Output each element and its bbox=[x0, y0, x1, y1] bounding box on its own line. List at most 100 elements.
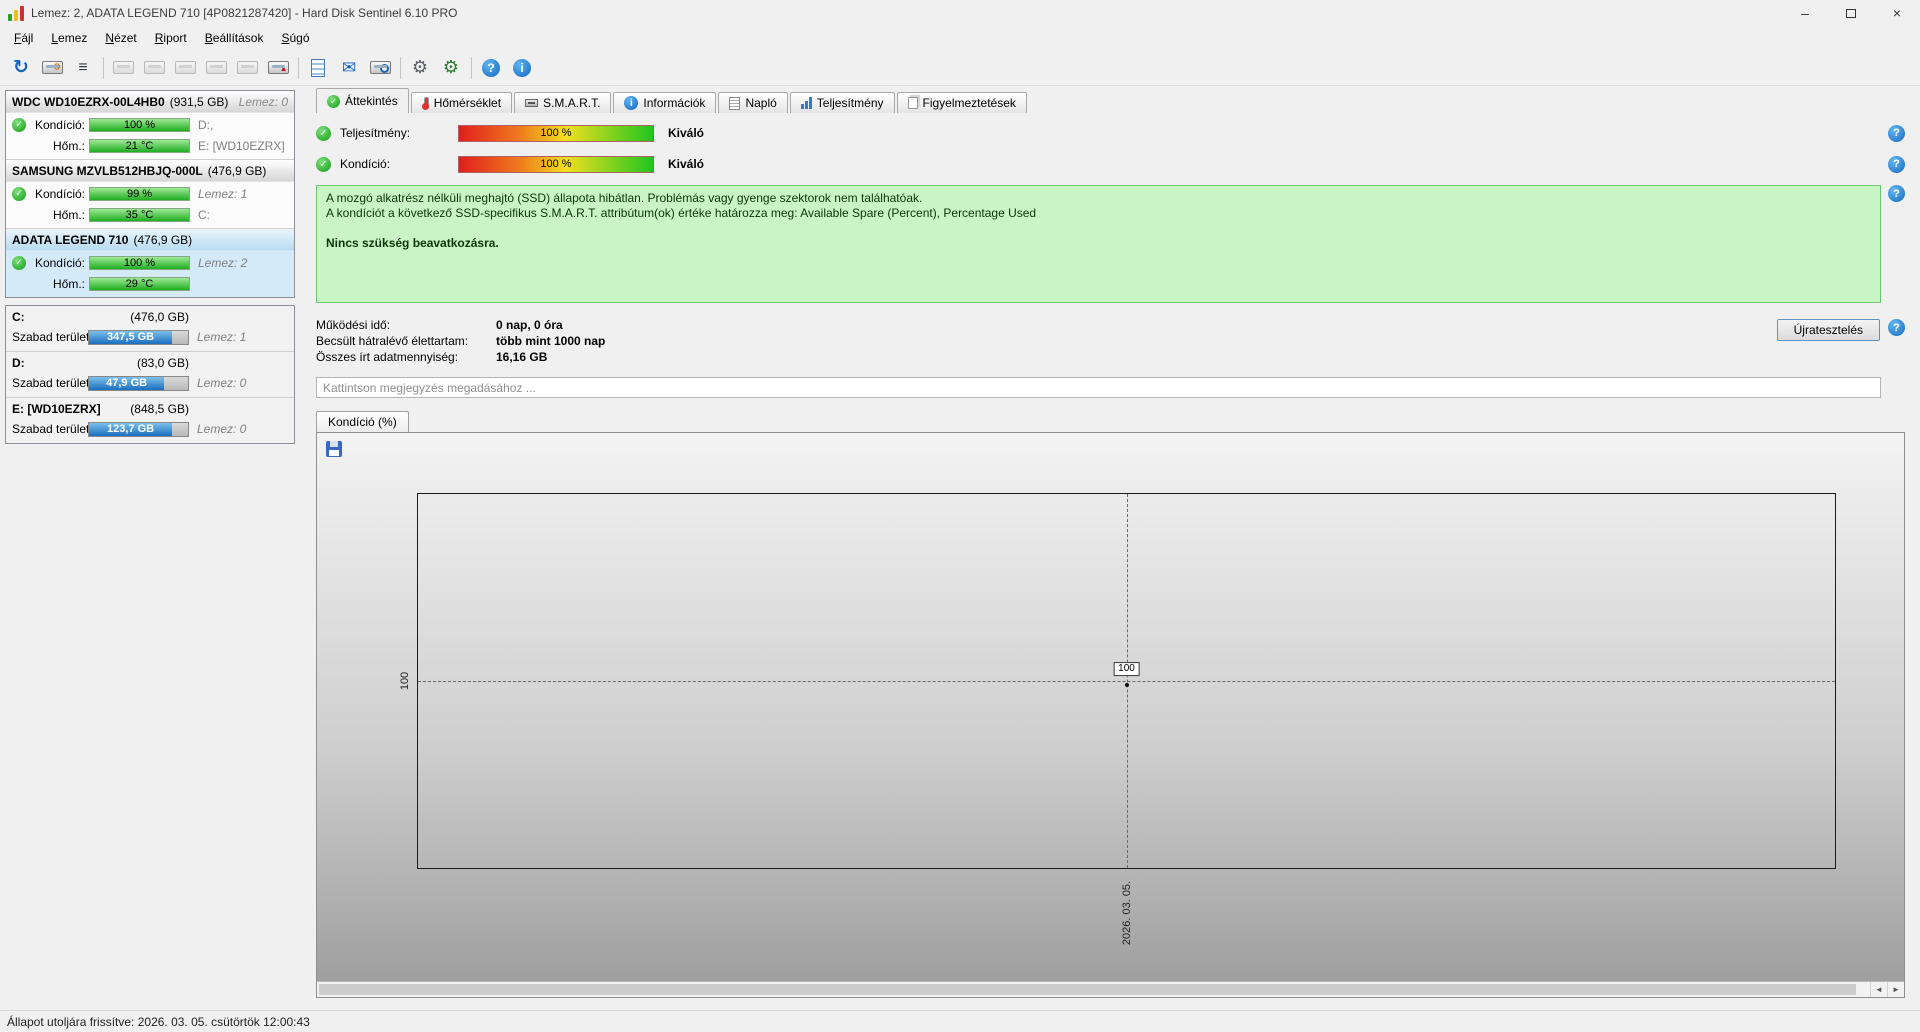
tab-teljesitmeny[interactable]: Teljesítmény bbox=[789, 92, 895, 113]
performance-row: Teljesítmény: 100 % Kiváló bbox=[316, 123, 1905, 143]
disk-copy-button[interactable] bbox=[170, 54, 200, 82]
smart-disk-icon bbox=[525, 99, 539, 107]
device-list-button[interactable]: ≡ bbox=[68, 54, 98, 82]
menu-beallitasok[interactable]: Beállítások bbox=[196, 28, 273, 48]
free-space-fill: 123,7 GB bbox=[89, 422, 173, 436]
tab-attekintes[interactable]: Áttekintés bbox=[316, 88, 409, 113]
disk-partitions-label: E: [WD10EZRX] bbox=[198, 138, 285, 153]
free-space-bar: 347,5 GB bbox=[88, 329, 189, 345]
disk-export-icon bbox=[205, 61, 227, 74]
stat-power-on-time: Működési idő: 0 nap, 0 óra bbox=[316, 317, 605, 333]
stat-value: több mint 1000 nap bbox=[496, 334, 606, 348]
disk-item-adata[interactable]: ADATA LEGEND 710 (476,9 GB) Kondíció: 10… bbox=[6, 229, 294, 297]
chart-tab-kondicio[interactable]: Kondíció (%) bbox=[316, 411, 409, 432]
condition-rating: Kiváló bbox=[668, 157, 705, 171]
tab-figyelmeztetesek[interactable]: Figyelmeztetések bbox=[896, 92, 1027, 113]
help-icon: ? bbox=[482, 58, 500, 77]
tab-smart[interactable]: S.M.A.R.T. bbox=[514, 92, 612, 113]
settings-button[interactable]: ⚙ bbox=[405, 54, 435, 82]
disk-header: WDC WD10EZRX-00L4HB0 (931,5 GB) Lemez: 0 bbox=[6, 91, 294, 113]
refresh-button[interactable]: ↻ bbox=[6, 54, 36, 82]
help-icon[interactable] bbox=[1888, 319, 1905, 336]
minimize-button[interactable]: – bbox=[1782, 0, 1828, 26]
comment-input[interactable] bbox=[316, 377, 1881, 398]
scroll-right-button[interactable]: ► bbox=[1887, 982, 1904, 997]
disk-number: Lemez: 2 bbox=[198, 255, 248, 270]
disk-partitions-label: D:, bbox=[198, 117, 214, 132]
scrollbar-thumb[interactable] bbox=[319, 984, 1856, 995]
partition-item-e[interactable]: E: [WD10EZRX] (848,5 GB) Szabad terület … bbox=[6, 398, 294, 443]
tab-label: Információk bbox=[643, 96, 706, 110]
menu-sugo[interactable]: Súgó bbox=[272, 28, 318, 48]
tabbar: Áttekintés Hőmérséklet S.M.A.R.T. i Info… bbox=[316, 88, 1905, 113]
minimize-icon: – bbox=[1801, 5, 1809, 21]
tab-label: Napló bbox=[745, 96, 777, 110]
menu-fajl[interactable]: Fájl bbox=[5, 28, 42, 48]
info-button[interactable]: i bbox=[507, 54, 537, 82]
free-space-value: 47,9 GB bbox=[106, 377, 148, 389]
chart-horizontal-scrollbar: ◄ ► bbox=[317, 981, 1904, 997]
performance-bar: 100 % bbox=[458, 124, 654, 142]
help-icon[interactable] bbox=[1888, 124, 1905, 142]
partition-header: D: (83,0 GB) bbox=[6, 354, 294, 372]
tab-informaciok[interactable]: i Információk bbox=[613, 92, 717, 113]
advanced-settings-button[interactable]: ⚙ bbox=[436, 54, 466, 82]
status-message-box: A mozgó alkatrész nélküli meghajtó (SSD)… bbox=[316, 185, 1881, 303]
titlebar: Lemez: 2, ADATA LEGEND 710 [4P0821287420… bbox=[0, 0, 1920, 26]
partition-item-d[interactable]: D: (83,0 GB) Szabad terület 47,9 GB Leme… bbox=[6, 352, 294, 398]
help-icon[interactable] bbox=[1888, 185, 1905, 202]
history-chart-panel: 100 100 2026. 03. 05. ◄ ► bbox=[316, 432, 1905, 998]
tab-label: Áttekintés bbox=[345, 94, 398, 108]
maximize-button[interactable] bbox=[1828, 0, 1874, 26]
menu-lemez[interactable]: Lemez bbox=[42, 28, 96, 48]
stat-label: Becsült hátralévő élettartam: bbox=[316, 334, 469, 348]
save-icon bbox=[326, 441, 342, 457]
report-button[interactable] bbox=[303, 54, 333, 82]
temperature-label: Hőm.: bbox=[52, 276, 85, 291]
disk-eject-button[interactable]: ▲ bbox=[263, 54, 293, 82]
info-icon: i bbox=[513, 58, 531, 77]
tab-label: Hőmérséklet bbox=[433, 96, 502, 110]
disk-settings-button[interactable]: ⚙ bbox=[37, 54, 67, 82]
menu-nezet[interactable]: Nézet bbox=[96, 28, 145, 48]
condition-bar: 100 % bbox=[89, 255, 190, 270]
refresh-icon: ↻ bbox=[13, 57, 29, 78]
scroll-left-button[interactable]: ◄ bbox=[1870, 982, 1887, 997]
condition-row: Kondíció: 100 % D:, bbox=[6, 115, 294, 134]
disk-item-wdc[interactable]: WDC WD10EZRX-00L4HB0 (931,5 GB) Lemez: 0… bbox=[6, 91, 294, 160]
status-message-action: Nincs szükség beavatkozásra. bbox=[326, 236, 499, 250]
toolbar-separator bbox=[471, 56, 472, 79]
close-button[interactable]: × bbox=[1874, 0, 1920, 26]
mail-button[interactable]: ✉ bbox=[334, 54, 364, 82]
printer-button[interactable] bbox=[108, 54, 138, 82]
temperature-row: Hőm.: 35 °C C: bbox=[6, 205, 294, 224]
help-icon[interactable] bbox=[1888, 155, 1905, 173]
disk-search-button[interactable] bbox=[365, 54, 395, 82]
condition-label: Kondíció: bbox=[340, 157, 391, 171]
help-button[interactable]: ? bbox=[476, 54, 506, 82]
disk-export-button[interactable] bbox=[201, 54, 231, 82]
stat-value: 0 nap, 0 óra bbox=[496, 318, 563, 332]
menu-riport[interactable]: Riport bbox=[146, 28, 196, 48]
disk-item-samsung[interactable]: SAMSUNG MZVLB512HBJQ-000L (476,9 GB) Kon… bbox=[6, 160, 294, 229]
status-ok-icon bbox=[316, 156, 331, 172]
free-space-label: Szabad terület bbox=[12, 422, 90, 436]
disk-tools-button[interactable] bbox=[232, 54, 262, 82]
x-axis-date-label: 2026. 03. 05. bbox=[1120, 880, 1133, 946]
condition-bar: 99 % bbox=[89, 186, 190, 201]
retest-button[interactable]: Újratesztelés bbox=[1776, 319, 1880, 341]
scrollbar-track[interactable] bbox=[1856, 982, 1870, 997]
tab-naplo[interactable]: Napló bbox=[718, 92, 788, 113]
temperature-bar: 21 °C bbox=[89, 138, 190, 153]
save-chart-button[interactable] bbox=[325, 440, 343, 458]
free-space-row: Szabad terület 123,7 GB Lemez: 0 bbox=[6, 420, 294, 438]
partition-item-c[interactable]: C: (476,0 GB) Szabad terület 347,5 GB Le… bbox=[6, 306, 294, 352]
performance-chart-icon bbox=[800, 97, 812, 109]
temperature-label: Hőm.: bbox=[52, 207, 85, 222]
save-report-button[interactable] bbox=[139, 54, 169, 82]
overview-section: Teljesítmény: 100 % Kiváló Kondíció: 100… bbox=[316, 113, 1905, 398]
tab-homerseklet[interactable]: Hőmérséklet bbox=[410, 92, 513, 113]
mail-icon: ✉ bbox=[341, 57, 357, 77]
free-space-bar: 47,9 GB bbox=[88, 375, 189, 391]
app-icon bbox=[8, 5, 24, 21]
